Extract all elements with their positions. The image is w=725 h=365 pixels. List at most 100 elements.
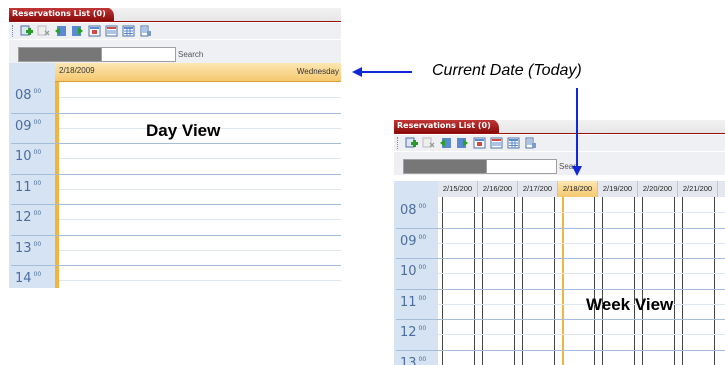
- week-view-panel: Reservations List (0) Sear 2/15/200 2/16…: [394, 120, 725, 365]
- hour-number: 12: [15, 210, 32, 225]
- hour-number: 12: [400, 325, 417, 340]
- week-view-icon[interactable]: [490, 137, 503, 149]
- half-hour-gridline: [59, 249, 341, 251]
- hour-number: 09: [15, 118, 32, 134]
- day-column[interactable]: [562, 197, 595, 365]
- search-input-field[interactable]: [102, 47, 176, 62]
- hour-minutes: 00: [418, 203, 427, 210]
- day-column[interactable]: [482, 197, 515, 365]
- current-date: 2/18/2009: [59, 66, 95, 75]
- day-column[interactable]: [642, 197, 675, 365]
- hour-minutes: 00: [33, 118, 42, 126]
- hour-label: 13 00: [9, 241, 55, 256]
- half-hour-gridline: [438, 242, 725, 244]
- hour-gridline: [11, 234, 341, 236]
- month-view-icon[interactable]: [507, 137, 520, 149]
- month-view-icon[interactable]: [122, 25, 135, 37]
- hour-gridline: [396, 319, 725, 320]
- hour-number: 08: [400, 203, 417, 218]
- column-header-overflow: [718, 181, 725, 197]
- hour-minutes: 00: [418, 264, 427, 271]
- hour-label: 13 00: [394, 356, 438, 365]
- half-hour-gridline: [438, 303, 725, 305]
- half-hour-gridline: [438, 273, 725, 275]
- hour-minutes: 00: [33, 149, 42, 156]
- search-input[interactable]: [403, 159, 487, 174]
- hour-gridline: [11, 204, 341, 205]
- delete-reservation-icon[interactable]: [37, 25, 50, 37]
- new-reservation-icon[interactable]: [405, 137, 418, 149]
- hour-minutes: 00: [418, 294, 427, 302]
- hour-number: 09: [400, 233, 417, 249]
- day-header[interactable]: 2/18/2009 Wednesday: [55, 63, 341, 82]
- current-weekday: Wednesday: [296, 67, 339, 76]
- print-icon[interactable]: [139, 25, 152, 37]
- forward-icon[interactable]: [456, 137, 469, 149]
- hour-number: 11: [15, 179, 32, 195]
- search-input[interactable]: [18, 47, 102, 62]
- day-view-label: Day View: [146, 121, 221, 140]
- hour-label: 10 00: [9, 149, 55, 164]
- column-header[interactable]: 2/19/200: [598, 181, 638, 197]
- forward-icon[interactable]: [71, 25, 84, 37]
- column-header[interactable]: 2/17/200: [518, 181, 558, 197]
- day-view-icon[interactable]: [88, 25, 101, 37]
- print-icon[interactable]: [524, 137, 537, 149]
- hour-minutes: 00: [33, 210, 42, 217]
- hour-number: 13: [15, 240, 32, 256]
- hour-gridline: [11, 173, 341, 175]
- back-icon[interactable]: [54, 25, 67, 37]
- hour-label: 11 00: [394, 295, 438, 310]
- hour-gridline: [396, 349, 725, 351]
- search-input-field[interactable]: [487, 159, 557, 174]
- hour-gridline: [396, 288, 725, 290]
- hour-label: 14 00: [9, 271, 55, 286]
- new-reservation-icon[interactable]: [20, 25, 33, 37]
- hour-minutes: 00: [33, 88, 42, 95]
- hour-label: 09 00: [9, 119, 55, 134]
- current-date-label: Current Date (Today): [432, 62, 582, 79]
- hour-minutes: 00: [33, 271, 42, 278]
- hour-number: 10: [400, 264, 417, 279]
- half-hour-gridline: [59, 280, 341, 282]
- hour-number: 08: [15, 88, 32, 103]
- hour-label: 10 00: [394, 264, 438, 279]
- hour-label: 09 00: [394, 234, 438, 249]
- search-label: Search: [178, 50, 204, 59]
- title-bar: Reservations List (0): [394, 120, 725, 134]
- week-view-label: Week View: [586, 295, 674, 314]
- toolbar: [394, 135, 725, 151]
- search-label: Sear: [559, 162, 576, 171]
- back-icon[interactable]: [439, 137, 452, 149]
- week-view-icon[interactable]: [105, 25, 118, 37]
- column-header-today[interactable]: 2/18/200: [558, 181, 598, 197]
- day-column[interactable]: [442, 197, 475, 365]
- hour-gridline: [11, 143, 341, 144]
- column-header[interactable]: 2/20/200: [638, 181, 678, 197]
- toolbar-grip[interactable]: [397, 137, 400, 149]
- toolbar: [9, 23, 341, 39]
- hour-number: 13: [400, 355, 417, 365]
- column-header[interactable]: 2/15/200: [438, 181, 478, 197]
- half-hour-gridline: [59, 219, 341, 221]
- panel-title: Reservations List (0): [394, 120, 499, 133]
- toolbar-grip[interactable]: [12, 25, 15, 37]
- hour-minutes: 00: [418, 233, 427, 241]
- hour-number: 14: [15, 271, 32, 286]
- half-hour-gridline: [59, 188, 341, 190]
- day-column[interactable]: [522, 197, 555, 365]
- column-header[interactable]: 2/16/200: [478, 181, 518, 197]
- hour-gridline: [396, 227, 725, 229]
- day-column[interactable]: [602, 197, 635, 365]
- hour-number: 10: [15, 149, 32, 164]
- half-hour-gridline: [59, 158, 341, 160]
- hour-label: 11 00: [9, 180, 55, 195]
- hour-label: 12 00: [394, 325, 438, 340]
- hour-minutes: 00: [418, 355, 427, 363]
- hour-label: 08 00: [394, 203, 438, 218]
- delete-reservation-icon[interactable]: [422, 137, 435, 149]
- column-header[interactable]: 2/21/200: [678, 181, 718, 197]
- day-column[interactable]: [682, 197, 715, 365]
- panel-title: Reservations List (0): [9, 8, 114, 21]
- day-view-icon[interactable]: [473, 137, 486, 149]
